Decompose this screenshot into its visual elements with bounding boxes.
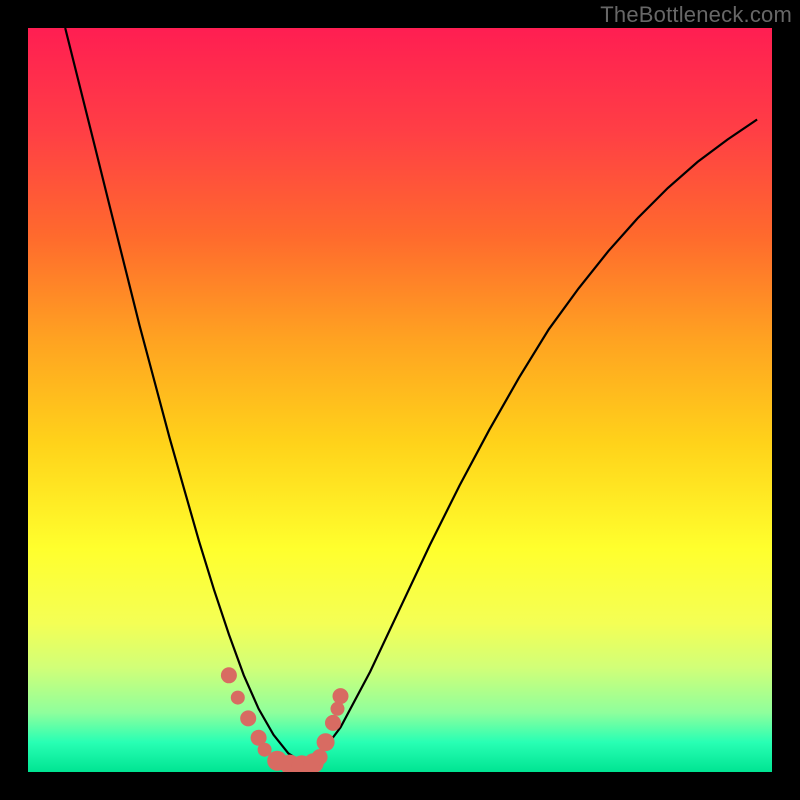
- data-marker: [221, 667, 237, 683]
- figure-frame: TheBottleneck.com: [0, 0, 800, 800]
- data-marker: [240, 710, 256, 726]
- data-marker: [325, 715, 341, 731]
- chart-overlay: [28, 28, 772, 772]
- data-marker: [312, 749, 328, 765]
- curve-path: [65, 28, 757, 763]
- data-marker: [331, 702, 345, 716]
- data-marker: [333, 688, 349, 704]
- marker-group: [221, 667, 349, 772]
- data-marker: [317, 733, 335, 751]
- data-marker: [231, 691, 245, 705]
- watermark-text: TheBottleneck.com: [600, 2, 792, 28]
